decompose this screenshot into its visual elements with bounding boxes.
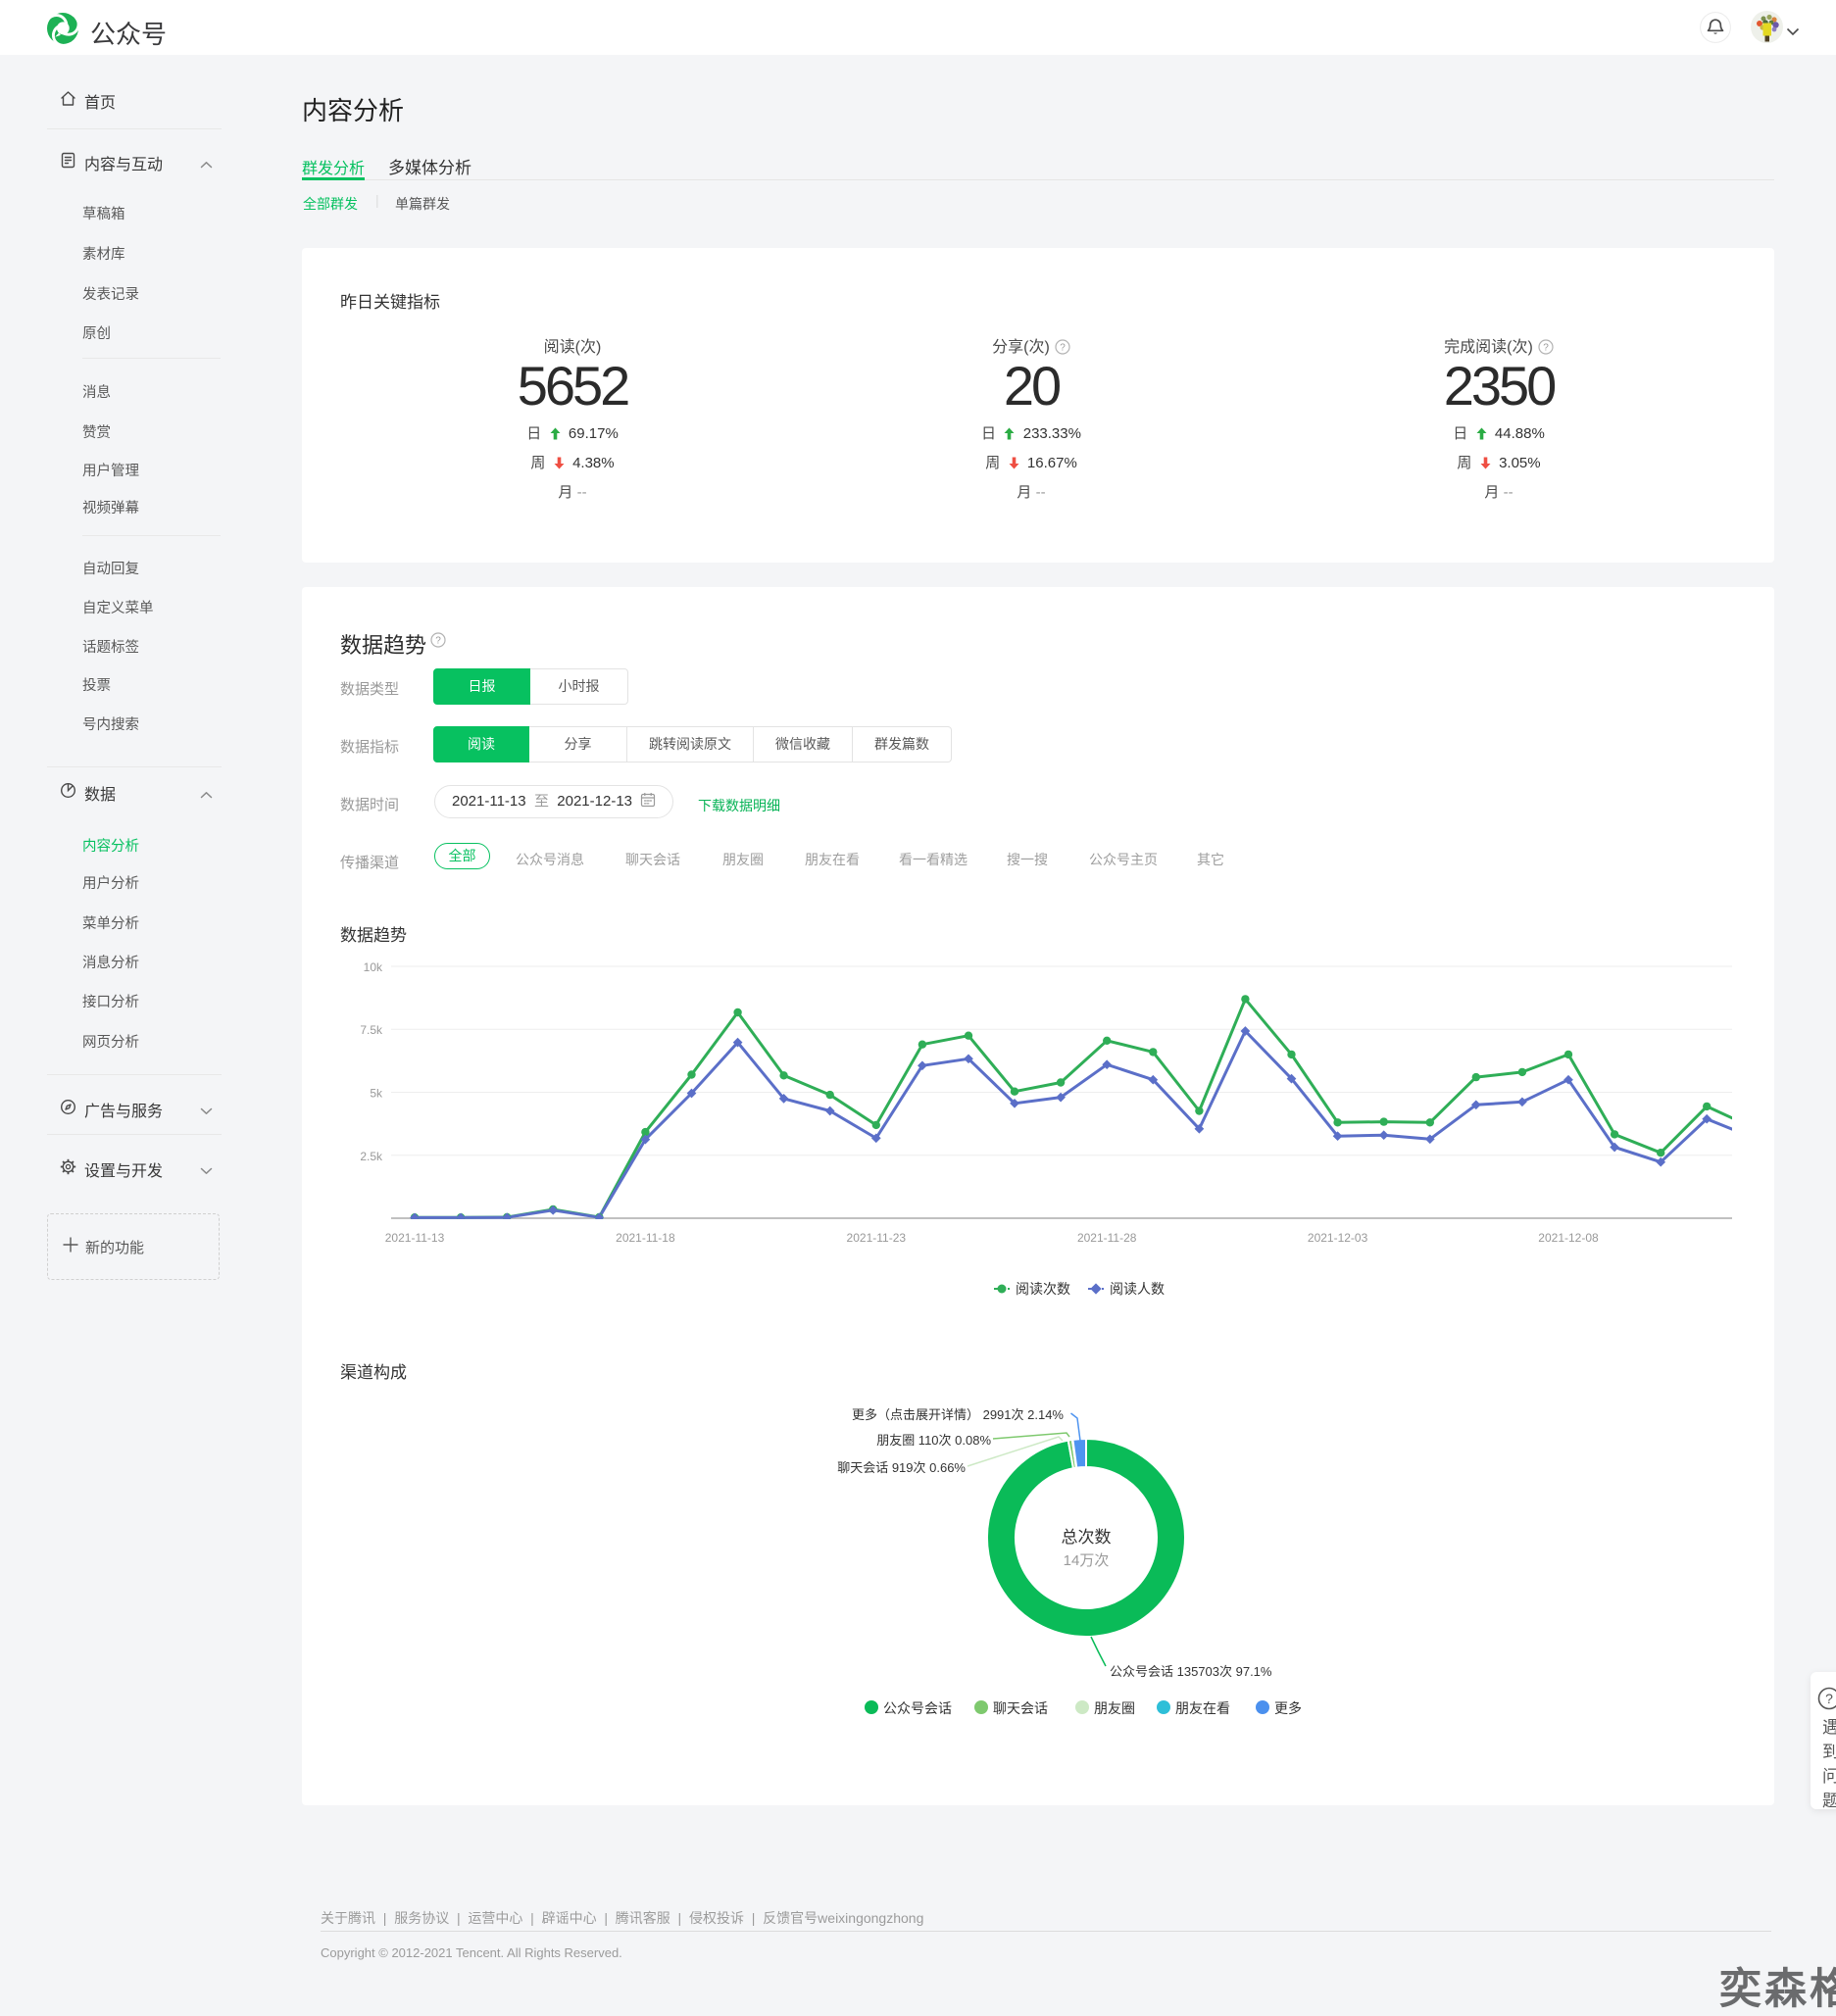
svg-text:公众号会话: 公众号会话 xyxy=(883,1700,952,1716)
svg-text:?: ? xyxy=(1543,342,1549,353)
svg-text:阅读次数: 阅读次数 xyxy=(1016,1281,1070,1297)
svg-text:2021-11-13: 2021-11-13 xyxy=(385,1231,445,1245)
svg-text:更多（点击展开详情） 2991次 2.14%: 更多（点击展开详情） 2991次 2.14% xyxy=(852,1407,1064,1422)
svg-text:2021-11-28: 2021-11-28 xyxy=(1077,1231,1137,1245)
svg-text:阅读人数: 阅读人数 xyxy=(1110,1281,1165,1297)
svg-text:2021-12-08: 2021-12-08 xyxy=(1538,1231,1599,1245)
svg-text:聊天会话 919次 0.66%: 聊天会话 919次 0.66% xyxy=(837,1460,966,1475)
svg-text:2021-12-03: 2021-12-03 xyxy=(1308,1231,1368,1245)
svg-text:?: ? xyxy=(1825,1691,1833,1706)
svg-text:朋友在看: 朋友在看 xyxy=(1175,1700,1230,1716)
svg-text:2021-11-23: 2021-11-23 xyxy=(847,1231,907,1245)
svg-text:?: ? xyxy=(435,635,441,646)
svg-text:2021-11-18: 2021-11-18 xyxy=(616,1231,675,1245)
svg-text:10k: 10k xyxy=(364,960,383,974)
svg-text:?: ? xyxy=(1060,342,1066,353)
svg-text:更多: 更多 xyxy=(1274,1700,1302,1716)
svg-text:5k: 5k xyxy=(370,1087,383,1101)
svg-text:2.5k: 2.5k xyxy=(360,1150,383,1163)
svg-text:聊天会话: 聊天会话 xyxy=(993,1700,1048,1716)
svg-text:公众号会话 135703次 97.1%: 公众号会话 135703次 97.1% xyxy=(1110,1664,1272,1679)
svg-text:朋友圈: 朋友圈 xyxy=(1094,1700,1135,1716)
svg-text:14万次: 14万次 xyxy=(1064,1552,1110,1569)
svg-text:总次数: 总次数 xyxy=(1062,1528,1112,1547)
svg-text:朋友圈 110次 0.08%: 朋友圈 110次 0.08% xyxy=(876,1433,991,1448)
svg-text:7.5k: 7.5k xyxy=(360,1023,383,1037)
